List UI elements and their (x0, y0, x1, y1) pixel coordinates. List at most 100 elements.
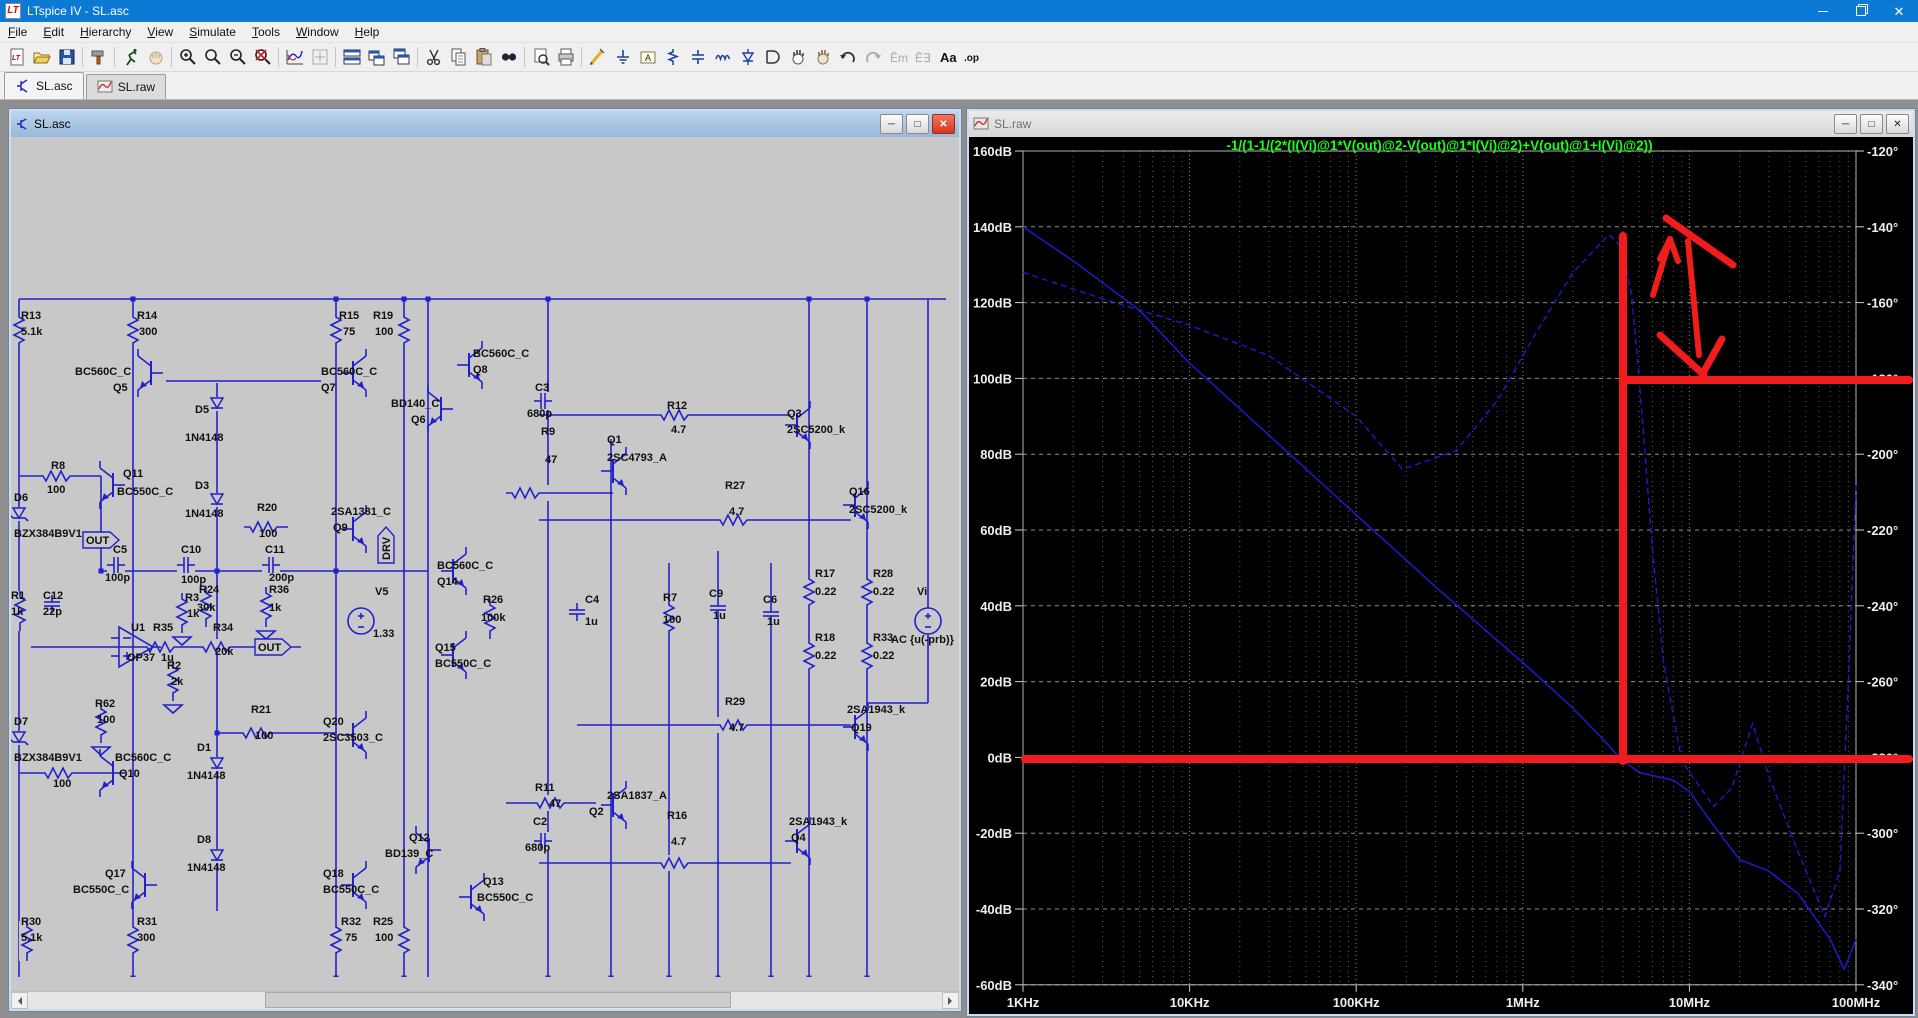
component-label: BC550C_C (435, 658, 491, 670)
component-label: BZX384B9V1 (14, 528, 82, 540)
spice-directive-icon[interactable]: .op (960, 45, 985, 69)
restore-button[interactable] (1842, 0, 1880, 22)
component-label: Q20 (323, 716, 344, 728)
component-label: C3 (535, 382, 549, 394)
component-label: R17 (815, 568, 835, 580)
component-label: D7 (14, 716, 28, 728)
svg-text:LT: LT (12, 55, 21, 62)
component-label: 5.1k (21, 326, 43, 338)
menu-hierarchy[interactable]: Hierarchy (72, 23, 139, 41)
cascade-windows-icon[interactable] (389, 45, 414, 69)
scroll-right-button[interactable] (942, 992, 959, 1009)
scroll-track[interactable] (28, 992, 942, 1009)
y-left-label: 100dB (973, 371, 1012, 386)
menu-view[interactable]: View (139, 23, 181, 41)
component-label: 1N4148 (187, 862, 226, 874)
menu-edit[interactable]: Edit (35, 23, 72, 41)
move-icon[interactable] (785, 45, 810, 69)
component-label: 1k (11, 606, 24, 618)
zoom-out-icon[interactable] (225, 45, 250, 69)
place-inductor-icon[interactable] (710, 45, 735, 69)
new-schematic-icon[interactable]: LT (4, 45, 29, 69)
zoom-area-icon[interactable] (200, 45, 225, 69)
component-label: Q4 (791, 832, 807, 844)
component-label: 100 (375, 326, 393, 338)
component-label: 1N4148 (185, 432, 224, 444)
place-capacitor-icon[interactable] (685, 45, 710, 69)
child-minimize-button[interactable]: ─ (1834, 114, 1857, 134)
menu-window[interactable]: Window (288, 23, 347, 41)
find-icon[interactable] (496, 45, 521, 69)
component-label: 2k (171, 676, 184, 688)
scroll-left-button[interactable] (11, 992, 28, 1009)
component-label: 2SC3503_C (323, 732, 383, 744)
component-label: 100 (97, 714, 115, 726)
place-text-icon[interactable]: Aa (935, 45, 960, 69)
child-restore-button[interactable]: □ (906, 114, 929, 134)
component-label: R18 (815, 632, 835, 644)
menu-help[interactable]: Help (347, 23, 388, 41)
run-simulation-icon[interactable] (118, 45, 143, 69)
component-label: BD140_C (391, 398, 439, 410)
undo-icon[interactable] (835, 45, 860, 69)
y-left-label: 120dB (973, 296, 1012, 311)
print-icon[interactable] (553, 45, 578, 69)
tab-sl-raw[interactable]: SL.raw (86, 74, 166, 99)
draw-wire-icon[interactable] (585, 45, 610, 69)
y-right-label: -200° (1867, 447, 1898, 462)
component-label: 20k (215, 646, 234, 658)
place-component-icon[interactable] (760, 45, 785, 69)
component-label: Q9 (333, 522, 348, 534)
waveform-window-titlebar[interactable]: SL.raw ─ □ ✕ (969, 111, 1913, 137)
scroll-thumb[interactable] (265, 992, 731, 1008)
component-label: R9 (541, 426, 555, 438)
child-close-button[interactable]: ✕ (932, 114, 955, 134)
drag-icon[interactable] (810, 45, 835, 69)
print-preview-icon[interactable] (528, 45, 553, 69)
tile-horizontal-icon[interactable] (364, 45, 389, 69)
component-label: 300 (139, 326, 157, 338)
place-ground-icon[interactable] (610, 45, 635, 69)
place-resistor-icon[interactable] (660, 45, 685, 69)
cut-icon[interactable] (421, 45, 446, 69)
component-label: 1k (187, 608, 200, 620)
child-minimize-button[interactable]: ─ (880, 114, 903, 134)
zoom-in-icon[interactable] (175, 45, 200, 69)
component-label: Vi (917, 586, 927, 598)
component-label: 1u (713, 610, 726, 622)
tab-sl-asc[interactable]: SL.asc (4, 72, 84, 99)
schematic-window-titlebar[interactable]: SL.asc ─ □ ✕ (11, 111, 959, 137)
component-label: R36 (269, 584, 289, 596)
component-label: C5 (113, 544, 127, 556)
waveform-plot[interactable]: 1KHz10KHz100KHz1MHz10MHz100MHz160dB-120°… (969, 137, 1913, 1014)
svg-text:Ēm: Ēm (890, 51, 908, 65)
place-diode-icon[interactable] (735, 45, 760, 69)
menu-file[interactable]: File (0, 23, 35, 41)
autorange-y-icon[interactable] (282, 45, 307, 69)
control-panel-icon[interactable] (86, 45, 111, 69)
component-label: 100 (259, 528, 277, 540)
child-close-button[interactable]: ✕ (1886, 114, 1909, 134)
svg-text:OUT: OUT (258, 642, 282, 654)
menu-simulate[interactable]: Simulate (181, 23, 244, 41)
place-label-icon[interactable]: A (635, 45, 660, 69)
save-icon[interactable] (54, 45, 79, 69)
component-label: C12 (43, 590, 63, 602)
close-button[interactable]: ✕ (1880, 0, 1918, 22)
component-label: 75 (345, 932, 357, 944)
open-file-icon[interactable] (29, 45, 54, 69)
component-label: R34 (213, 622, 234, 634)
minimize-button[interactable] (1804, 0, 1842, 22)
menu-tools[interactable]: Tools (244, 23, 288, 41)
component-label: Q15 (435, 642, 456, 654)
gain-curve (1023, 227, 1856, 970)
component-label: 1.33 (373, 628, 394, 640)
y-right-label: -140° (1867, 220, 1898, 235)
toolbar-separator (114, 47, 115, 67)
schematic-canvas[interactable]: OUTOUTDRVR135.1kR14300R1575R19100BC560C_… (11, 137, 957, 977)
component-label: 4.7 (729, 722, 744, 734)
copy-icon[interactable] (446, 45, 471, 69)
tile-vertical-icon[interactable] (339, 45, 364, 69)
child-restore-button[interactable]: □ (1860, 114, 1883, 134)
zoom-full-extents-icon[interactable] (250, 45, 275, 69)
